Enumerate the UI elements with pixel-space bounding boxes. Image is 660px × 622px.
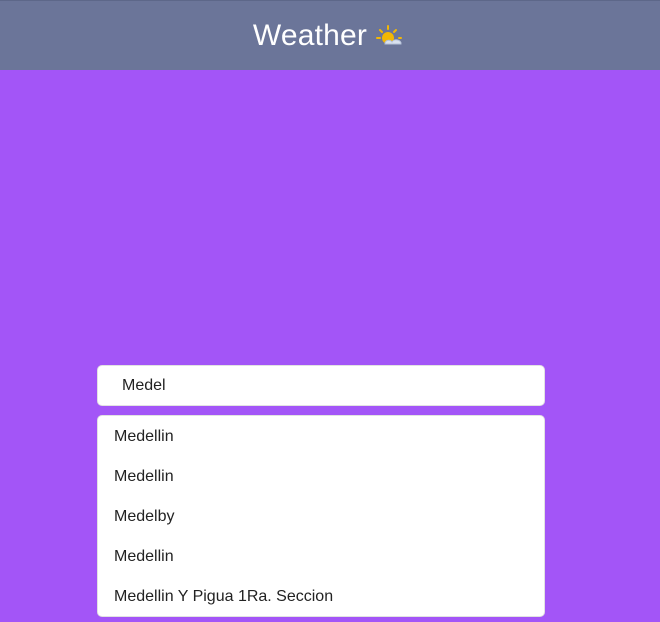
sun-behind-cloud-icon: [375, 24, 407, 48]
result-item[interactable]: Medellin: [98, 417, 544, 457]
search-box: [97, 365, 545, 406]
autocomplete-results: Medellin Medellin Medelby Medellin Medel…: [97, 415, 545, 617]
header-inner: Weather: [252, 18, 407, 52]
result-item[interactable]: Medellin: [98, 537, 544, 577]
result-item[interactable]: Medellin Y Pigua 1Ra. Seccion: [98, 577, 544, 616]
app-title: Weather: [252, 18, 368, 52]
result-item[interactable]: Medellin: [98, 457, 544, 497]
header: Weather: [0, 0, 660, 70]
result-item[interactable]: Medelby: [98, 497, 544, 537]
search-input[interactable]: [98, 366, 544, 405]
